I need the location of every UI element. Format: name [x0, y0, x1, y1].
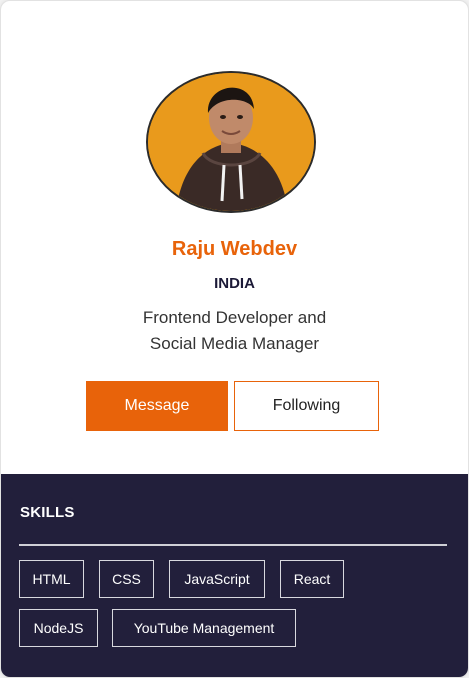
skills-title: SKILLS — [20, 504, 75, 521]
avatar — [146, 71, 316, 213]
skill-tag: YouTube Management — [112, 609, 296, 647]
bio-line-1: Frontend Developer and — [142, 308, 327, 327]
skill-tag: JavaScript — [169, 560, 265, 598]
skill-tag: HTML — [19, 560, 84, 598]
skills-divider — [19, 544, 447, 546]
skills-section: SKILLS HTML CSS JavaScript React NodeJS … — [1, 474, 468, 677]
profile-bio: Frontend Developer and Social Media Mana… — [1, 305, 468, 357]
profile-name: Raju Webdev — [171, 238, 298, 260]
message-button[interactable]: Message — [86, 381, 228, 431]
profile-country: INDIA — [214, 275, 255, 292]
following-button[interactable]: Following — [234, 381, 379, 431]
skill-tag: NodeJS — [19, 609, 98, 647]
skill-tag: CSS — [99, 560, 154, 598]
profile-card: Raju Webdev INDIA Frontend Developer and… — [0, 0, 469, 678]
bio-line-2: Social Media Manager — [149, 334, 320, 353]
skill-tag: React — [280, 560, 344, 598]
